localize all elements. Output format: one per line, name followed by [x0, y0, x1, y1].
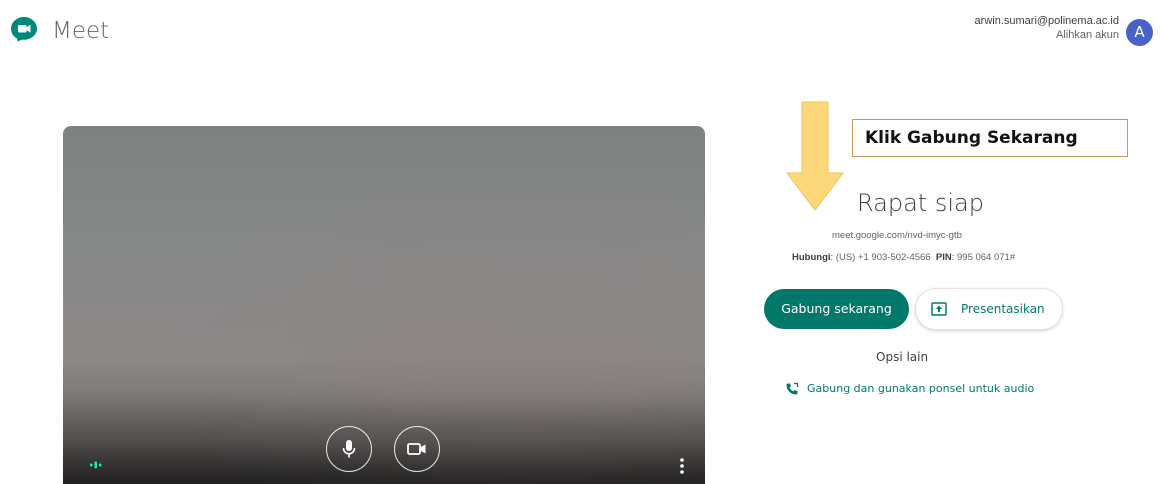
- account-info: arwin.sumari@polinema.ac.id Alihkan akun: [975, 14, 1119, 42]
- phone-audio-label: Gabung dan gunakan ponsel untuk audio: [807, 382, 1035, 395]
- microphone-icon: [342, 440, 356, 458]
- preview-gradient: [63, 394, 705, 484]
- camera-preview: [63, 126, 705, 484]
- account-email: arwin.sumari@polinema.ac.id: [974, 15, 1119, 27]
- annotation-arrow: [786, 101, 844, 211]
- meeting-ready-title: Rapat siap: [857, 189, 984, 217]
- camera-icon: [407, 443, 426, 455]
- meeting-url: meet.google.com/nvd-imyc-gtb: [832, 230, 962, 241]
- phone-icon: [786, 382, 799, 395]
- present-button[interactable]: Presentasikan: [915, 288, 1063, 330]
- switch-account-link[interactable]: Alihkan akun: [975, 28, 1119, 42]
- pin-value: 995 064 071#: [957, 252, 1016, 263]
- avatar[interactable]: A: [1126, 19, 1153, 46]
- camera-toggle-button[interactable]: [394, 426, 440, 472]
- dial-number: (US) +1 903-502-4566: [835, 252, 931, 263]
- dial-label: Hubungi: [792, 252, 831, 263]
- meet-logo-icon: [11, 17, 37, 42]
- join-now-button[interactable]: Gabung sekarang: [764, 289, 909, 329]
- pin-label: PIN: [935, 252, 952, 263]
- more-vert-icon[interactable]: [673, 456, 691, 476]
- app-title: Meet: [52, 18, 110, 44]
- dial-in-info: Hubungi: (US) +1 903-502-4566 PIN: 995 0…: [792, 252, 1016, 263]
- microphone-toggle-button[interactable]: [326, 426, 372, 472]
- present-button-label: Presentasikan: [961, 302, 1045, 316]
- present-screen-icon: [931, 302, 947, 316]
- more-options-link[interactable]: Opsi lain: [876, 350, 928, 364]
- annotation-callout: Klik Gabung Sekarang: [852, 119, 1128, 157]
- audio-level-icon: [90, 461, 102, 469]
